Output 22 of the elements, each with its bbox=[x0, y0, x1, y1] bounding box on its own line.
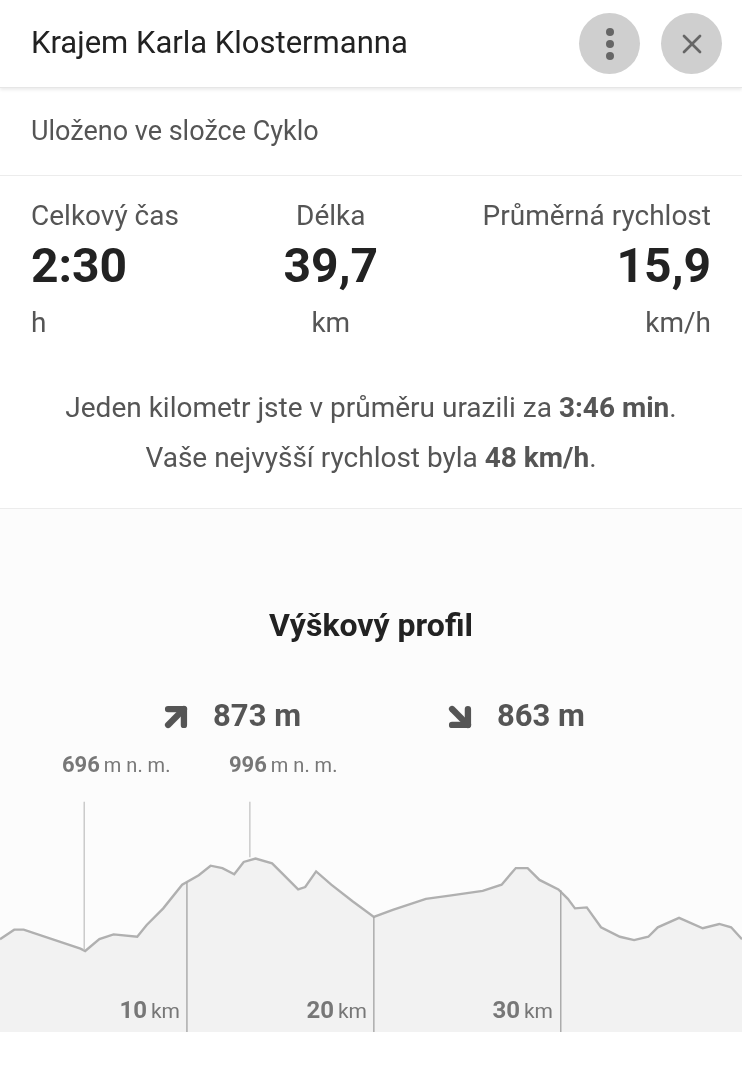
stat-label: Celkový čas bbox=[31, 198, 179, 234]
stat-value: 39,7 bbox=[283, 236, 378, 296]
summary-text: Jeden kilometr jste v průměru urazili za 3:46 min. bbox=[65, 390, 677, 426]
stat-value: 2:30 bbox=[31, 236, 128, 296]
more-icon bbox=[605, 27, 614, 60]
ascent-value: 873 m bbox=[213, 696, 301, 737]
stat-label: Délka bbox=[296, 198, 366, 234]
stat-unit: h bbox=[31, 305, 47, 341]
descent-value: 863 m bbox=[497, 696, 585, 737]
folder-label: Uloženo ve složce Cyklo bbox=[31, 114, 319, 150]
elevation-marker-label: 996 m n. m. bbox=[229, 751, 338, 779]
distance-tick-label: 30 km bbox=[492, 995, 553, 1026]
summary-text: Vaše nejvyšší rychlost byla 48 km/h. bbox=[145, 440, 597, 476]
stat-unit: km/h bbox=[645, 305, 711, 341]
elevation-title: Výškový profil bbox=[269, 605, 473, 646]
window-title: Krajem Karla Klostermanna bbox=[31, 23, 408, 64]
stat-unit: km bbox=[311, 305, 351, 341]
distance-tick-label: 10 km bbox=[119, 995, 180, 1026]
stat-label: Průměrná rychlost bbox=[482, 198, 711, 234]
elevation-marker-label: 696 m n. m. bbox=[62, 751, 171, 779]
distance-tick-label: 20 km bbox=[306, 995, 367, 1026]
stat-value: 15,9 bbox=[616, 236, 711, 296]
